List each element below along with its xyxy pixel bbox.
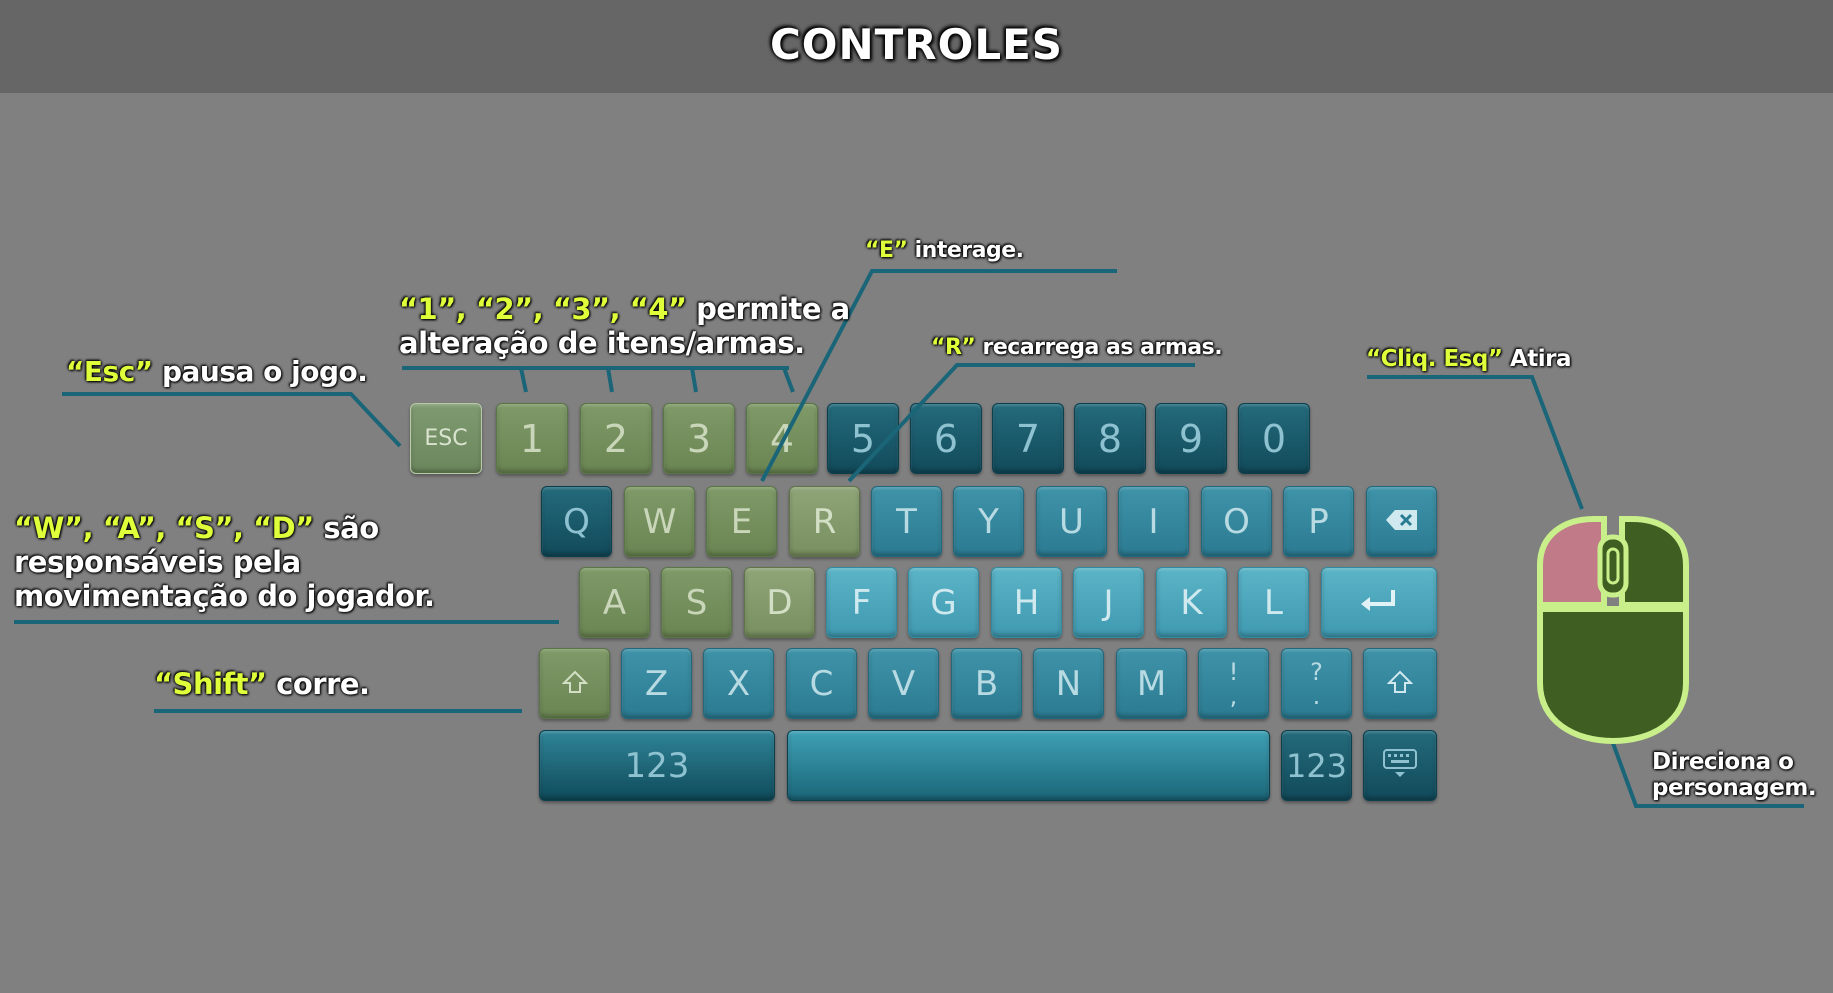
key-t[interactable]: T [871,486,942,557]
annotation-esc: “Esc” pausa o jogo. [66,355,368,388]
key-bottom-symbol: , [1229,681,1238,710]
annotation-key-highlight: “W”, “A”, “S”, “D” [14,511,314,545]
annotation-key-highlight: “Shift” [154,667,267,701]
annotation-key-highlight: “Esc” [66,355,153,388]
key-p[interactable]: P [1283,486,1354,557]
key-2[interactable]: 2 [580,403,652,474]
key-e[interactable]: E [706,486,777,557]
key-keyboard[interactable] [1363,730,1437,801]
key-h[interactable]: H [991,567,1062,638]
key-top-symbol: ! [1228,657,1239,686]
key-6[interactable]: 6 [910,403,982,474]
key-exclamation-comma[interactable]: ! , [1198,648,1269,719]
keyboard-icon [1383,748,1417,783]
header-bar: CONTROLES [0,0,1833,93]
annotation-key-highlight: “Cliq. Esq” [1366,346,1503,372]
annotation-left-click: “Cliq. Esq” Atira [1366,346,1572,372]
key-8[interactable]: 8 [1074,403,1146,474]
annotation-text-line2: responsáveis pela [14,545,301,579]
annotation-key-highlight: “R” [931,335,976,360]
annotation-text: Atira [1502,346,1572,372]
annotation-text-line2: alteração de itens/armas. [399,326,805,360]
annotation-text: permite a [686,292,850,326]
annotation-text-line2: personagem. [1652,775,1817,801]
key-k[interactable]: K [1156,567,1227,638]
key-f[interactable]: F [826,567,897,638]
key-bottom-symbol: . [1312,681,1321,710]
key-0[interactable]: 0 [1238,403,1310,474]
annotation-wasd: “W”, “A”, “S”, “D” são responsáveis pela… [14,511,435,613]
key-x[interactable]: X [703,648,774,719]
mouse-icon [1537,516,1689,745]
key-3[interactable]: 3 [663,403,735,474]
key-4[interactable]: 4 [746,403,818,474]
annotation-text: recarrega as armas. [975,335,1223,360]
annotation-r-key: “R” recarrega as armas. [931,335,1223,360]
annotation-shift: “Shift” corre. [154,667,370,701]
key-o[interactable]: O [1201,486,1272,557]
key-u[interactable]: U [1036,486,1107,557]
page-title: CONTROLES [769,20,1064,69]
key-z[interactable]: Z [621,648,692,719]
key-s[interactable]: S [661,567,732,638]
key-w[interactable]: W [624,486,695,557]
backspace-icon [1385,509,1419,535]
key-shift-right[interactable] [1363,648,1437,719]
annotation-key-highlight: “1”, “2”, “3”, “4” [399,292,687,326]
key-9[interactable]: 9 [1155,403,1227,474]
shift-icon [1386,670,1414,698]
key-shift-left[interactable] [539,648,610,719]
shift-icon [561,670,588,698]
key-v[interactable]: V [868,648,939,719]
key-d[interactable]: D [744,567,815,638]
key-l[interactable]: L [1238,567,1309,638]
mouse-left-button [1537,516,1607,608]
annotation-text-line3: movimentação do jogador. [14,579,435,613]
key-numbers-right[interactable]: 123 [1281,730,1352,801]
mouse [1534,513,1692,746]
annotation-text: corre. [266,667,370,701]
key-7[interactable]: 7 [992,403,1064,474]
annotation-mouse-move: Direciona o personagem. [1652,749,1817,801]
key-backspace[interactable] [1366,486,1437,557]
enter-icon [1359,588,1399,618]
key-top-symbol: ? [1310,657,1323,686]
key-i[interactable]: I [1118,486,1189,557]
key-space[interactable] [787,730,1270,801]
key-esc[interactable]: ESC [410,403,482,474]
annotation-text: são [313,511,379,545]
annotation-text: pausa o jogo. [152,355,368,388]
annotation-text: interage. [907,238,1024,263]
key-j[interactable]: J [1073,567,1144,638]
key-m[interactable]: M [1116,648,1187,719]
annotation-key-highlight: “E” [865,238,908,263]
annotation-text-line1: Direciona o [1652,749,1794,775]
key-y[interactable]: Y [953,486,1024,557]
annotation-e-key: “E” interage. [865,238,1024,263]
key-enter[interactable] [1321,567,1437,638]
key-g[interactable]: G [908,567,979,638]
key-1[interactable]: 1 [496,403,568,474]
key-a[interactable]: A [579,567,650,638]
key-r[interactable]: R [789,486,860,557]
key-n[interactable]: N [1033,648,1104,719]
key-q[interactable]: Q [541,486,612,557]
annotation-number-keys: “1”, “2”, “3”, “4” permite a alteração d… [399,292,850,360]
key-question-period[interactable]: ? . [1281,648,1352,719]
key-c[interactable]: C [786,648,857,719]
key-b[interactable]: B [951,648,1022,719]
key-numbers-left[interactable]: 123 [539,730,775,801]
key-5[interactable]: 5 [827,403,899,474]
